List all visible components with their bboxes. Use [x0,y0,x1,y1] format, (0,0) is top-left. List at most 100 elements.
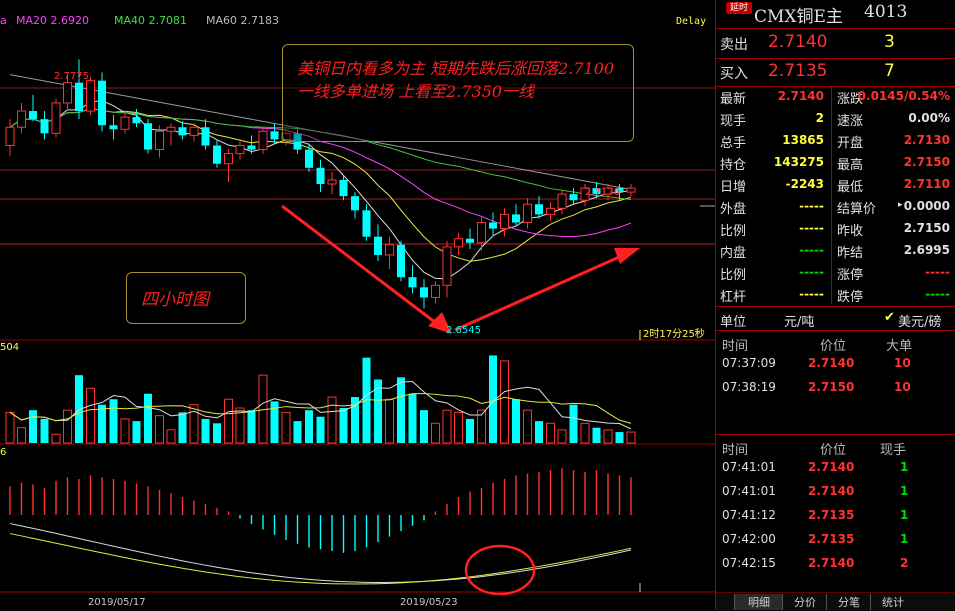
volume-bar [615,432,624,443]
stat-label: 持仓 [720,158,747,173]
currency-label[interactable]: 美元/磅 [898,311,941,330]
volume-bar [63,409,72,444]
stat-label: 最高 [837,158,864,173]
volume-bar [327,396,337,444]
stat-value: 2.6995 [903,243,950,257]
stat-value: 2.7110 [903,177,950,191]
candle-body [178,127,187,136]
stat-label: 内盘 [720,246,747,261]
check-icon[interactable]: ✔ [884,310,895,325]
stat-value: 2.7140 [777,89,824,103]
analysis-note-text: 美铜日内看多为主 短期先跌后涨回落2.7100一线多单进场 上看至2.7350一… [297,59,615,101]
volume-bar [557,429,567,444]
stat-value: ----- [925,265,950,279]
volume-bar [523,409,532,444]
unit-value: 元/吨 [784,315,815,330]
up-arrow-head [614,248,640,264]
stat-value: 2.7150 [903,155,950,169]
volume-bar [466,418,474,443]
candle-body [235,145,245,155]
volume-bar [362,357,371,443]
volume-bar [17,427,26,444]
stat-label: 总手 [720,136,747,151]
volume-bar [385,398,394,444]
volume-bar [546,422,555,444]
candle-body [535,204,543,215]
candle-body [29,111,37,120]
candle-body [351,196,359,211]
tick-qty: 2 [900,556,909,570]
stats-grid: 最新 2.7140 现手 2 总手 13865 持仓 143275 日增 -2243 外盘 -----… [716,86,955,306]
tab-price-dist[interactable]: 分价 [782,594,827,610]
candle-body [466,238,474,243]
volume-bars [5,355,636,444]
unit-label: 单位 [720,315,747,330]
tab-stats[interactable]: 统计 [870,594,915,610]
stat-value: ----- [799,199,824,213]
settle-expand-icon[interactable]: ▸ [898,200,903,210]
volume-bar [316,416,325,443]
volume-bar [339,407,348,443]
candle-body [189,126,199,136]
volume-bar [397,377,405,443]
tick-price: 2.7140 [808,460,855,474]
down-trend-arrow [281,204,441,328]
tick-time: 07:42:00 [722,532,776,546]
big-order-price: 2.7140 [808,356,855,370]
buy-qty: 7 [884,61,895,81]
stat-value: ----- [799,243,824,257]
volume-bar [86,387,95,444]
chart-grid [0,87,715,593]
buy-price[interactable]: 2.7135 [768,61,827,81]
stat-value: ----- [799,287,824,301]
stat-value: 0.0145/0.54% [857,89,950,103]
candle-body [109,125,118,130]
volume-bar [374,379,382,443]
candle-body [63,82,72,104]
date-label-1: 2019/05/17 [88,597,146,608]
date-label-2: 2019/05/23 [400,597,458,608]
countdown-label: 2时17分25秒 [643,329,705,340]
sell-price[interactable]: 2.7140 [768,32,827,52]
low-price-label: 2.6545 [446,325,481,336]
volume-bar [109,399,118,443]
volume-bar [224,398,233,444]
stat-value: 0.0000 [903,199,950,213]
timeframe-note-text: 四小时图 [141,290,209,310]
ticks-header-qty: 现手 [880,443,907,458]
big-order-qty: 10 [894,380,911,394]
volume-bar [305,410,313,443]
detail-tab-bar: 明细 分价 分笔 统计 [716,592,955,611]
candle-body [17,110,26,128]
stat-label: 开盘 [837,136,864,151]
volume-bar [420,410,428,443]
volume-bar [454,411,463,444]
candle-body [626,187,636,193]
candle-body [339,179,348,197]
candle-body [86,80,95,112]
stat-label: 结算价 [837,202,877,217]
stat-label: 昨收 [837,224,864,239]
volume-bar [603,429,613,444]
candle-body [155,130,164,151]
candle-body [500,213,509,230]
candle-body [523,203,532,223]
candle-body [247,145,256,150]
tab-detail[interactable]: 明细 [734,594,783,610]
big-order-qty: 10 [894,356,911,370]
candle-body [144,123,152,150]
candle-body [258,130,268,151]
stat-label: 昨结 [837,246,864,261]
candle-body [454,238,463,248]
candle-body [305,149,313,168]
tick-qty: 1 [900,460,909,474]
tick-time: 07:42:15 [722,556,776,570]
tick-qty: 1 [900,484,909,498]
candle-body [40,119,49,134]
stat-value: ----- [799,265,824,279]
stat-label: 跌停 [837,290,864,305]
stat-label: 现手 [720,114,747,129]
stat-label: 日增 [720,180,747,195]
kline-chart-area[interactable]: a MA20 2.6920 MA40 2.7081 MA60 2.7183 De… [0,0,715,610]
tab-trades[interactable]: 分笔 [826,594,871,610]
